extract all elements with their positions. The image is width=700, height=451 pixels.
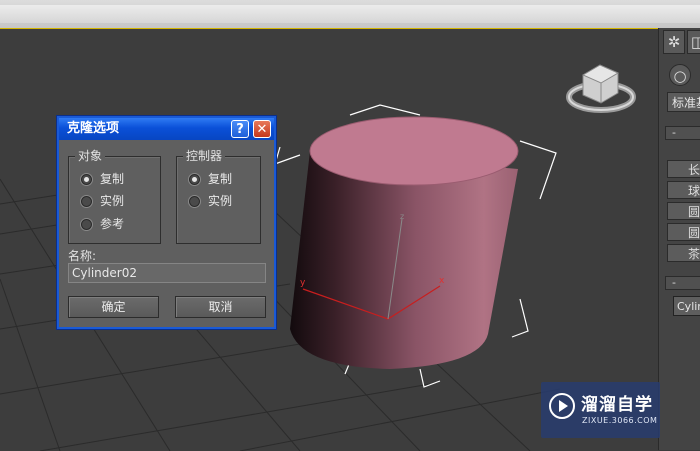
watermark-title: 溜溜自学 — [581, 395, 653, 415]
teapot-button[interactable]: 茶壶 — [667, 244, 700, 262]
category-dropdown[interactable]: 标准基本体 — [667, 92, 700, 112]
controller-instance-option[interactable]: 实例 — [189, 193, 232, 209]
rollout-toggle-object-type[interactable]: - — [665, 126, 700, 140]
watermark-url: ZIXUE.3066.COM — [582, 416, 658, 425]
gear-icon[interactable]: ✲ — [663, 30, 685, 54]
gizmo-y-label: y — [300, 278, 306, 288]
object-group: 对象 复制 实例 参考 — [68, 149, 161, 244]
controller-group-label: 控制器 — [183, 149, 226, 163]
controller-group: 控制器 复制 实例 — [176, 149, 261, 244]
viewcube[interactable] — [566, 64, 636, 113]
controller-copy-option[interactable]: 复制 — [189, 171, 232, 187]
sphere-button[interactable]: 球体 — [667, 181, 700, 199]
watermark: 溜溜自学 ZIXUE.3066.COM — [541, 382, 660, 438]
radio-instance[interactable] — [189, 195, 200, 207]
clone-options-dialog: 克隆选项 ? ✕ 对象 复制 实例 参考 控制器 复制 实例 名称: 确定 取消 — [57, 116, 276, 329]
radio-copy[interactable] — [81, 173, 92, 185]
radio-reference[interactable] — [81, 218, 92, 230]
object-name-field[interactable]: Cylinder02 — [673, 296, 700, 316]
object-group-label: 对象 — [75, 149, 106, 163]
gizmo-z-label: z — [400, 212, 404, 221]
command-panel: ✲ ◫ ○ 标准基本体 - 长方体 球体 圆柱体 圆环 茶壶 - Cylinde… — [658, 28, 700, 450]
toolbar-strip — [0, 5, 700, 23]
close-button[interactable]: ✕ — [253, 120, 271, 138]
cancel-button[interactable]: 取消 — [175, 296, 266, 318]
ok-button[interactable]: 确定 — [68, 296, 159, 318]
object-instance-option[interactable]: 实例 — [81, 193, 124, 209]
modify-icon[interactable]: ◫ — [687, 30, 700, 54]
option-label: 复制 — [208, 172, 233, 186]
sphere-icon[interactable]: ○ — [669, 64, 691, 86]
box-button[interactable]: 长方体 — [667, 160, 700, 178]
option-label: 实例 — [100, 194, 125, 208]
object-reference-option[interactable]: 参考 — [81, 216, 124, 232]
radio-instance[interactable] — [81, 195, 92, 207]
torus-button[interactable]: 圆环 — [667, 223, 700, 241]
cylinder-object[interactable] — [290, 116, 519, 369]
dialog-titlebar[interactable]: 克隆选项 ? ✕ — [59, 118, 274, 140]
name-input[interactable] — [68, 263, 266, 283]
option-label: 参考 — [100, 217, 125, 231]
name-label: 名称: — [68, 249, 97, 263]
option-label: 实例 — [208, 194, 233, 208]
gizmo-x-label: x — [439, 276, 445, 286]
play-logo-icon — [549, 393, 575, 419]
cylinder-button[interactable]: 圆柱体 — [667, 202, 700, 220]
top-toolbar — [0, 0, 700, 29]
object-copy-option[interactable]: 复制 — [81, 171, 124, 187]
option-label: 复制 — [100, 172, 125, 186]
help-button[interactable]: ? — [231, 120, 249, 138]
dialog-title: 克隆选项 — [67, 121, 120, 136]
rollout-toggle-name-color[interactable]: - — [665, 276, 700, 290]
radio-copy[interactable] — [189, 173, 200, 185]
